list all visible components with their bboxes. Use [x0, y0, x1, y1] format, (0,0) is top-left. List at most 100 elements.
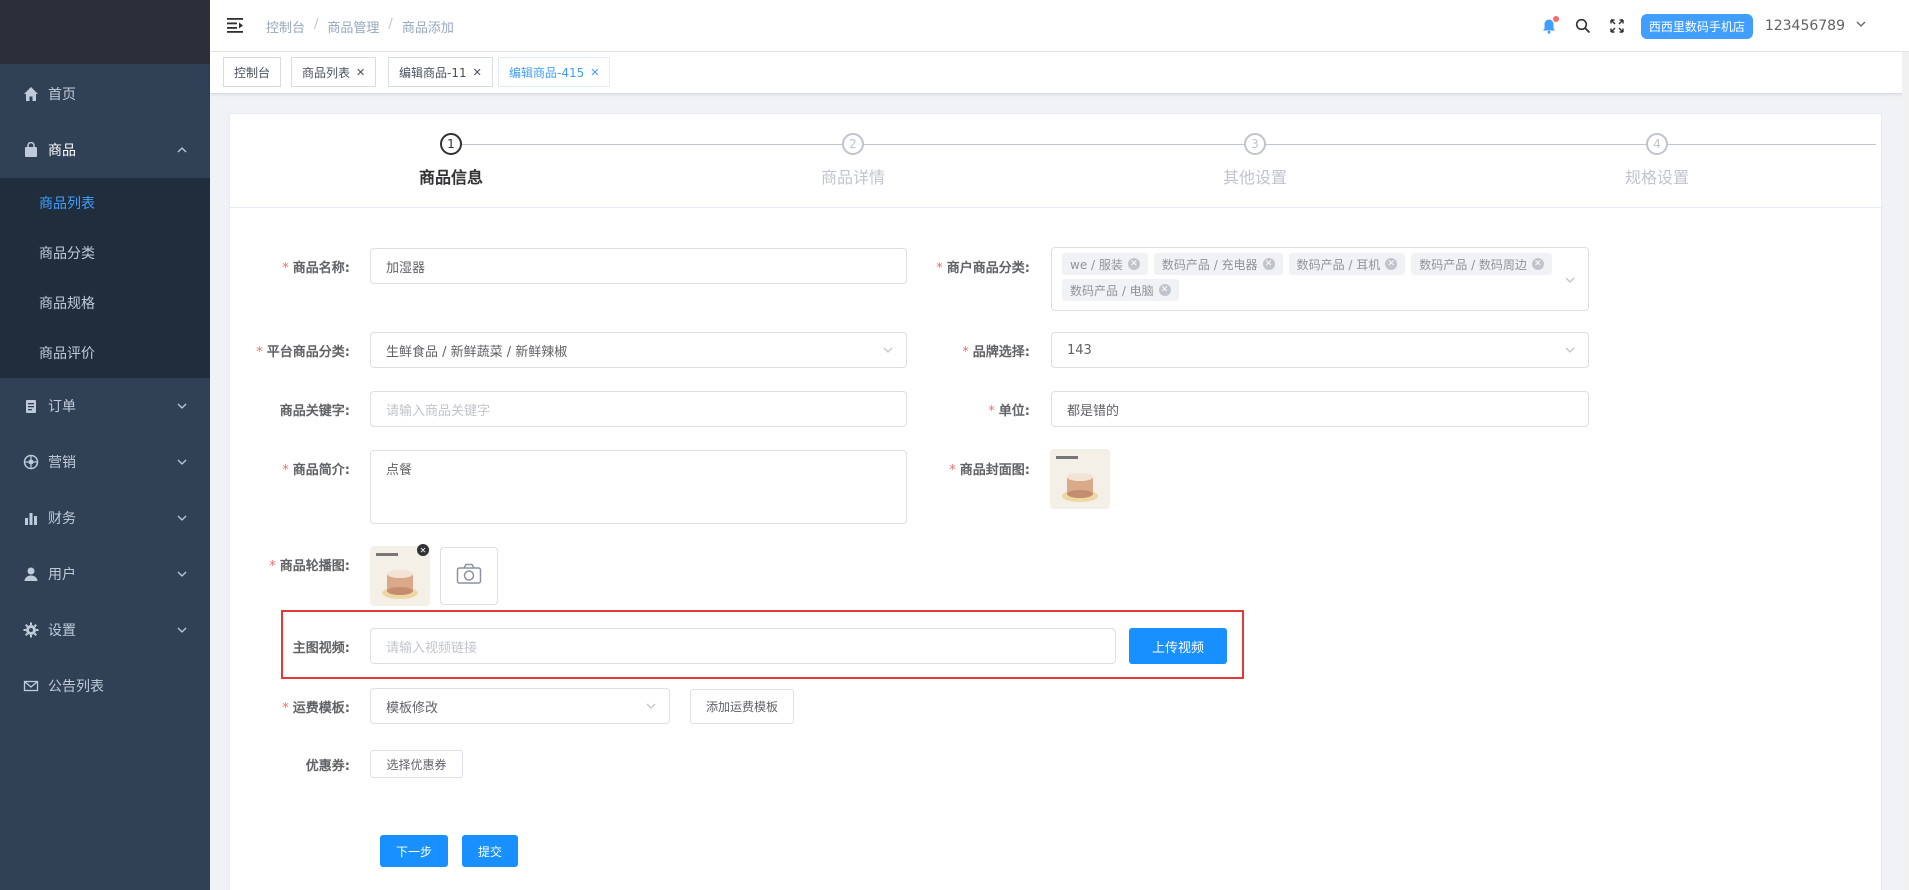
chevron-down-icon[interactable]: [1855, 18, 1867, 34]
shipping-template-select[interactable]: 模板修改: [370, 688, 670, 724]
sidebar-item-orders[interactable]: 订单: [0, 378, 210, 434]
close-icon[interactable]: ✕: [473, 66, 482, 79]
search-icon[interactable]: [1573, 16, 1593, 36]
button-label: 选择优惠券: [386, 757, 447, 772]
unit-label: * 单位:: [988, 404, 1030, 419]
tag-text: 数码产品 / 耳机: [1296, 257, 1381, 272]
sub-item-label: 商品分类: [39, 246, 95, 262]
close-icon[interactable]: ✕: [1262, 258, 1275, 270]
button-label: 提交: [477, 844, 502, 859]
category-tag: we / 服装 ✕: [1062, 253, 1148, 275]
sidebar-item-goods-category[interactable]: 商品分类: [0, 228, 210, 278]
step-connector: [1266, 144, 1876, 145]
unit-input[interactable]: 都是错的: [1051, 391, 1589, 427]
tags-view: 控制台 商品列表 ✕ 编辑商品-11 ✕ 编辑商品-415 ✕: [210, 52, 1909, 94]
cover-image-thumbnail[interactable]: [1050, 449, 1110, 509]
close-icon[interactable]: ✕: [1127, 258, 1140, 270]
label-text: 运费模板:: [292, 701, 350, 716]
logo-area: [0, 0, 210, 64]
label-text: 单位:: [998, 404, 1030, 419]
label-text: 品牌选择:: [972, 345, 1030, 360]
notification-dot: [1552, 16, 1559, 22]
gear-icon: [22, 621, 40, 639]
brand-select[interactable]: 143: [1051, 332, 1589, 368]
sidebar-item-goods-spec[interactable]: 商品规格: [0, 278, 210, 328]
tag-text: 数码产品 / 数码周边: [1419, 257, 1527, 272]
tag-text: 数码产品 / 充电器: [1161, 257, 1258, 272]
next-step-button[interactable]: 下一步: [380, 835, 448, 867]
home-icon: [22, 85, 40, 103]
tag-label: 商品列表: [302, 65, 351, 80]
tag-text: we / 服装: [1070, 257, 1123, 272]
label-text: 商品关键字:: [279, 404, 350, 419]
vertical-scrollbar[interactable]: [1902, 52, 1909, 890]
hamburger-icon[interactable]: [226, 16, 244, 34]
top-navbar: 控制台 / 商品管理 / 商品添加 西西里数码手机店 123456789: [210, 0, 1909, 52]
upload-video-button[interactable]: 上传视频: [1129, 628, 1227, 664]
shipping-template-label: * 运费模板:: [282, 701, 350, 716]
keyword-input[interactable]: 请输入商品关键字: [370, 391, 907, 427]
sidebar-item-announcements[interactable]: 公告列表: [0, 658, 210, 714]
platform-category-select[interactable]: 生鲜食品 / 新鲜蔬菜 / 新鲜辣椒: [370, 332, 907, 368]
sidebar-item-goods-review[interactable]: 商品评价: [0, 328, 210, 378]
tag-label: 控制台: [234, 65, 271, 80]
close-icon[interactable]: ✕: [1385, 258, 1398, 270]
select-value: 模板修改: [386, 700, 439, 716]
video-url-input[interactable]: 请输入视频链接: [370, 628, 1116, 664]
sidebar-item-settings[interactable]: 设置: [0, 602, 210, 658]
select-coupon-button[interactable]: 选择优惠券: [370, 750, 463, 778]
clipboard-icon: [22, 397, 40, 415]
chevron-down-icon: [176, 512, 188, 528]
close-icon[interactable]: ✕: [1158, 284, 1171, 296]
close-icon[interactable]: ✕: [590, 66, 599, 79]
bell-icon[interactable]: [1539, 16, 1559, 36]
sidebar-item-goods[interactable]: 商品: [0, 122, 210, 178]
remove-image-icon[interactable]: ✕: [417, 544, 429, 556]
fullscreen-icon[interactable]: [1607, 16, 1627, 36]
textarea-value: 点餐: [386, 463, 413, 478]
chevron-up-icon: [176, 144, 188, 160]
input-placeholder: 请输入商品关键字: [386, 403, 491, 419]
tag-text: 数码产品 / 电脑: [1070, 283, 1154, 298]
breadcrumb-item[interactable]: 控制台: [266, 17, 305, 36]
sidebar-item-label: 设置: [48, 623, 76, 639]
sub-item-label: 商品列表: [39, 196, 95, 212]
sidebar-item-home[interactable]: 首页: [0, 66, 210, 122]
category-tag: 数码产品 / 耳机 ✕: [1288, 253, 1406, 275]
breadcrumb-item[interactable]: 商品管理: [327, 17, 379, 36]
category-tag: 数码产品 / 电脑 ✕: [1062, 279, 1179, 301]
add-shipping-template-button[interactable]: 添加运费模板: [690, 689, 794, 724]
input-value: 加湿器: [386, 260, 426, 276]
tag-edit-goods-11[interactable]: 编辑商品-11 ✕: [388, 57, 493, 87]
tag-label: 编辑商品-11: [399, 65, 467, 80]
sidebar-item-finance[interactable]: 财务: [0, 490, 210, 546]
step-1-circle: 1: [440, 133, 462, 155]
keyword-label: 商品关键字:: [210, 400, 350, 419]
close-icon[interactable]: ✕: [1531, 258, 1544, 270]
tag-label: 编辑商品-415: [509, 65, 585, 80]
intro-textarea[interactable]: 点餐: [370, 450, 907, 524]
submit-button[interactable]: 提交: [462, 835, 518, 867]
sub-item-label: 商品评价: [39, 346, 95, 362]
tag-edit-goods-415[interactable]: 编辑商品-415 ✕: [498, 57, 611, 87]
username[interactable]: 123456789: [1765, 18, 1845, 34]
goods-name-input[interactable]: 加湿器: [370, 248, 907, 284]
merchant-category-select[interactable]: we / 服装 ✕ 数码产品 / 充电器 ✕ 数码产品 / 耳机 ✕ 数码产品 / 数…: [1051, 247, 1589, 311]
tag-dashboard[interactable]: 控制台: [223, 57, 282, 87]
sidebar-item-marketing[interactable]: 营销: [0, 434, 210, 490]
user-icon: [22, 565, 40, 583]
select-value: 143: [1067, 342, 1092, 358]
sidebar-item-goods-list[interactable]: 商品列表: [0, 178, 210, 228]
tag-goods-list[interactable]: 商品列表 ✕: [291, 57, 377, 87]
input-placeholder: 请输入视频链接: [386, 640, 478, 656]
camera-icon: [456, 563, 482, 589]
store-badge[interactable]: 西西里数码手机店: [1640, 13, 1753, 39]
upload-image-button[interactable]: [440, 547, 498, 605]
label-text: 商品封面图:: [959, 463, 1030, 478]
step-4-circle: 4: [1646, 133, 1668, 155]
input-value: 都是错的: [1067, 403, 1120, 419]
mail-icon: [22, 677, 40, 695]
sidebar-item-users[interactable]: 用户: [0, 546, 210, 602]
close-icon[interactable]: ✕: [356, 66, 365, 79]
sidebar-item-label: 营销: [48, 455, 76, 471]
